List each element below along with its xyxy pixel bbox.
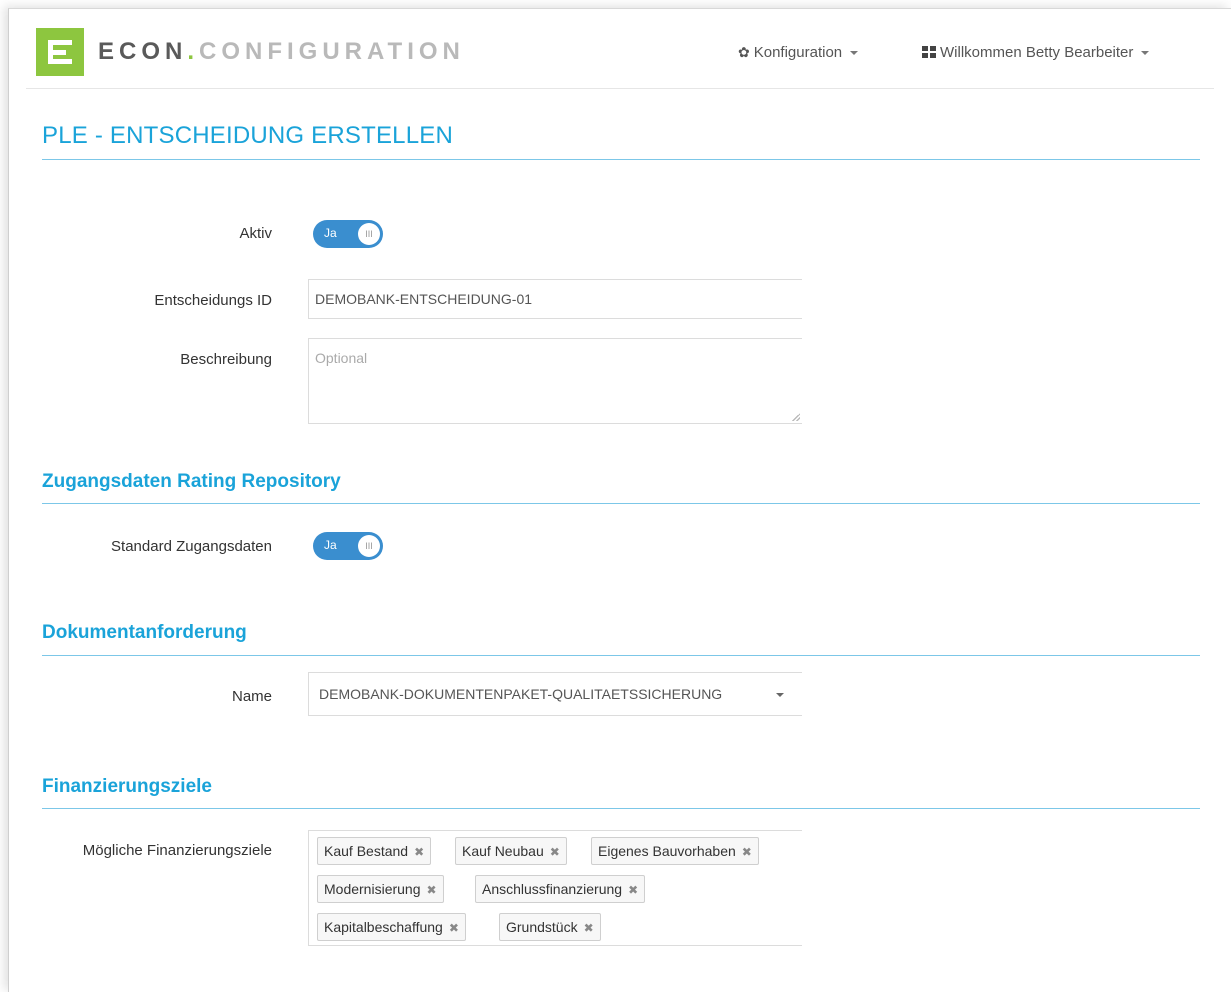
toggle-knob: III	[358, 535, 380, 557]
remove-icon[interactable]: ✖	[550, 845, 560, 859]
toggle-on-label: Ja	[324, 538, 337, 552]
tag-anschlussfinanzierung[interactable]: Anschlussfinanzierung ✖	[475, 875, 646, 903]
user-menu-label: Willkommen Betty Bearbeiter	[940, 44, 1134, 61]
tag-kauf-neubau[interactable]: Kauf Neubau ✖	[455, 837, 567, 865]
section-divider	[42, 655, 1200, 656]
section-title-dokument: Dokumentanforderung	[42, 622, 247, 643]
standard-zugangsdaten-label: Standard Zugangsdaten	[111, 538, 272, 555]
tag-label: Eigenes Bauvorhaben	[598, 843, 736, 859]
section-divider	[42, 808, 1200, 809]
remove-icon[interactable]: ✖	[449, 921, 459, 935]
aktiv-label: Aktiv	[239, 225, 272, 242]
entscheidungs-id-input[interactable]: DEMOBANK-ENTSCHEIDUNG-01	[308, 279, 802, 319]
tag-label: Kauf Neubau	[462, 843, 544, 859]
tag-kapitalbeschaffung[interactable]: Kapitalbeschaffung ✖	[317, 913, 466, 941]
name-label: Name	[231, 688, 272, 705]
tag-kauf-bestand[interactable]: Kauf Bestand ✖	[317, 837, 432, 865]
remove-icon[interactable]: ✖	[742, 845, 752, 859]
user-menu[interactable]: Willkommen Betty Bearbeiter	[922, 44, 1150, 61]
section-title-rating: Zugangsdaten Rating Repository	[42, 471, 341, 492]
config-menu-label: Konfiguration	[753, 44, 843, 61]
tag-modernisierung[interactable]: Modernisierung ✖	[317, 875, 444, 903]
ziele-label: Mögliche Finanzierungsziele	[82, 842, 272, 859]
tag-label: Grundstück	[506, 919, 578, 935]
toggle-on-label: Ja	[324, 226, 337, 240]
dropdown-caret-icon	[776, 693, 784, 697]
section-divider	[42, 503, 1200, 504]
finanzierungsziele-multiselect[interactable]: Kauf Bestand ✖ Kauf Neubau ✖ Eigenes Bauvo…	[308, 830, 802, 946]
title-divider	[42, 159, 1200, 160]
caret-down-icon	[1141, 51, 1150, 56]
entscheidungs-id-value: DEMOBANK-ENTSCHEIDUNG-01	[315, 291, 533, 307]
tag-label: Modernisierung	[324, 881, 421, 897]
tag-label: Kapitalbeschaffung	[324, 919, 443, 935]
aktiv-toggle[interactable]: Ja III	[313, 220, 383, 248]
name-select-value: DEMOBANK-DOKUMENTENPAKET-QUALITAETSSICHE…	[319, 686, 723, 702]
standard-zugangsdaten-toggle[interactable]: Ja III	[313, 532, 383, 560]
config-menu[interactable]: ✿ Konfiguration	[738, 44, 859, 61]
page-title: PLE - ENTSCHEIDUNG ERSTELLEN	[42, 122, 454, 149]
gear-icon: ✿	[738, 44, 750, 60]
econ-logo-icon[interactable]	[36, 28, 84, 76]
brand-name[interactable]: ECON.CONFIGURATION	[98, 38, 465, 66]
grid-icon	[922, 46, 936, 58]
navbar: ECON.CONFIGURATION ✿ Konfiguration Willko…	[26, 18, 1214, 89]
entscheidungs-id-label: Entscheidungs ID	[154, 292, 272, 309]
beschreibung-placeholder: Optional	[315, 350, 368, 366]
beschreibung-textarea[interactable]: Optional	[308, 338, 802, 424]
tag-label: Anschlussfinanzierung	[482, 881, 623, 897]
tag-eigenes-bauvorhaben[interactable]: Eigenes Bauvorhaben ✖	[591, 837, 759, 865]
remove-icon[interactable]: ✖	[628, 883, 638, 897]
resize-handle-icon[interactable]	[792, 413, 800, 421]
remove-icon[interactable]: ✖	[584, 921, 594, 935]
toggle-knob: III	[358, 223, 380, 245]
beschreibung-label: Beschreibung	[180, 351, 272, 368]
tag-label: Kauf Bestand	[324, 843, 409, 859]
caret-down-icon	[850, 51, 859, 56]
remove-icon[interactable]: ✖	[414, 845, 424, 859]
name-select[interactable]: DEMOBANK-DOKUMENTENPAKET-QUALITAETSSICHE…	[308, 672, 802, 716]
tag-grundstueck[interactable]: Grundstück ✖	[499, 913, 601, 941]
section-title-finanz: Finanzierungsziele	[42, 776, 212, 797]
remove-icon[interactable]: ✖	[427, 883, 437, 897]
